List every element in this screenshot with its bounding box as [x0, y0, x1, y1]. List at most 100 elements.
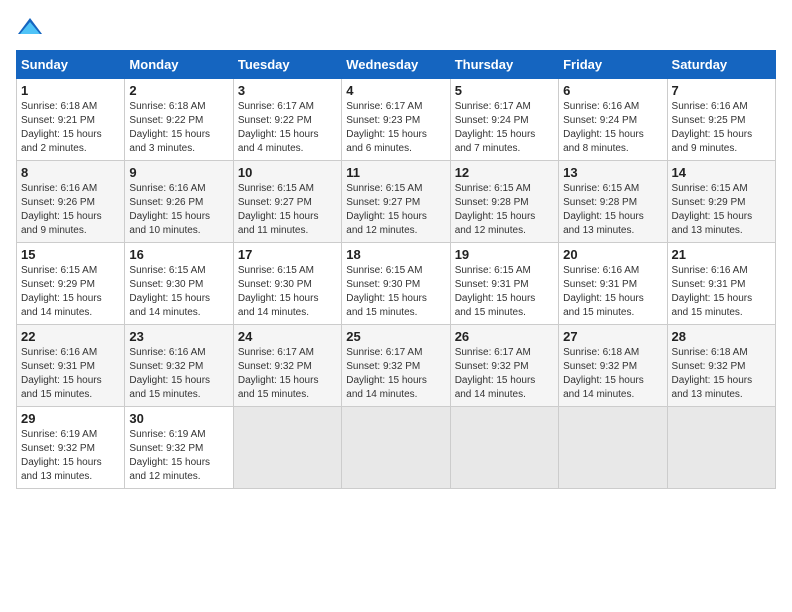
day-number: 16: [129, 247, 228, 262]
day-detail: Sunrise: 6:17 AM Sunset: 9:32 PM Dayligh…: [238, 346, 337, 402]
col-header-sunday: Sunday: [17, 51, 125, 79]
day-detail: Sunrise: 6:19 AM Sunset: 9:32 PM Dayligh…: [21, 428, 120, 484]
calendar-cell: 18 Sunrise: 6:15 AM Sunset: 9:30 PM Dayl…: [342, 243, 450, 325]
calendar-cell: 29 Sunrise: 6:19 AM Sunset: 9:32 PM Dayl…: [17, 407, 125, 489]
calendar-cell: 10 Sunrise: 6:15 AM Sunset: 9:27 PM Dayl…: [233, 161, 341, 243]
calendar-header-row: SundayMondayTuesdayWednesdayThursdayFrid…: [17, 51, 776, 79]
day-number: 21: [672, 247, 771, 262]
calendar-cell: [342, 407, 450, 489]
calendar-cell: 15 Sunrise: 6:15 AM Sunset: 9:29 PM Dayl…: [17, 243, 125, 325]
calendar-cell: [233, 407, 341, 489]
calendar-cell: 26 Sunrise: 6:17 AM Sunset: 9:32 PM Dayl…: [450, 325, 558, 407]
calendar-cell: 6 Sunrise: 6:16 AM Sunset: 9:24 PM Dayli…: [559, 79, 667, 161]
day-number: 6: [563, 83, 662, 98]
calendar-cell: 21 Sunrise: 6:16 AM Sunset: 9:31 PM Dayl…: [667, 243, 775, 325]
day-number: 14: [672, 165, 771, 180]
col-header-saturday: Saturday: [667, 51, 775, 79]
calendar-cell: 16 Sunrise: 6:15 AM Sunset: 9:30 PM Dayl…: [125, 243, 233, 325]
calendar-cell: 27 Sunrise: 6:18 AM Sunset: 9:32 PM Dayl…: [559, 325, 667, 407]
page-header: [16, 16, 776, 38]
day-detail: Sunrise: 6:16 AM Sunset: 9:31 PM Dayligh…: [21, 346, 120, 402]
day-detail: Sunrise: 6:15 AM Sunset: 9:29 PM Dayligh…: [21, 264, 120, 320]
day-number: 30: [129, 411, 228, 426]
day-detail: Sunrise: 6:15 AM Sunset: 9:30 PM Dayligh…: [129, 264, 228, 320]
day-detail: Sunrise: 6:15 AM Sunset: 9:27 PM Dayligh…: [346, 182, 445, 238]
day-detail: Sunrise: 6:16 AM Sunset: 9:31 PM Dayligh…: [563, 264, 662, 320]
calendar-cell: 8 Sunrise: 6:16 AM Sunset: 9:26 PM Dayli…: [17, 161, 125, 243]
calendar-cell: [667, 407, 775, 489]
day-number: 12: [455, 165, 554, 180]
col-header-tuesday: Tuesday: [233, 51, 341, 79]
day-detail: Sunrise: 6:17 AM Sunset: 9:32 PM Dayligh…: [455, 346, 554, 402]
day-number: 13: [563, 165, 662, 180]
day-number: 25: [346, 329, 445, 344]
day-number: 28: [672, 329, 771, 344]
day-detail: Sunrise: 6:18 AM Sunset: 9:21 PM Dayligh…: [21, 100, 120, 156]
logo: [16, 16, 48, 38]
calendar-cell: 19 Sunrise: 6:15 AM Sunset: 9:31 PM Dayl…: [450, 243, 558, 325]
day-detail: Sunrise: 6:17 AM Sunset: 9:24 PM Dayligh…: [455, 100, 554, 156]
calendar-cell: 4 Sunrise: 6:17 AM Sunset: 9:23 PM Dayli…: [342, 79, 450, 161]
day-detail: Sunrise: 6:18 AM Sunset: 9:22 PM Dayligh…: [129, 100, 228, 156]
col-header-wednesday: Wednesday: [342, 51, 450, 79]
day-number: 1: [21, 83, 120, 98]
calendar-cell: 22 Sunrise: 6:16 AM Sunset: 9:31 PM Dayl…: [17, 325, 125, 407]
calendar-cell: 11 Sunrise: 6:15 AM Sunset: 9:27 PM Dayl…: [342, 161, 450, 243]
col-header-thursday: Thursday: [450, 51, 558, 79]
day-detail: Sunrise: 6:15 AM Sunset: 9:27 PM Dayligh…: [238, 182, 337, 238]
day-number: 20: [563, 247, 662, 262]
calendar-cell: 3 Sunrise: 6:17 AM Sunset: 9:22 PM Dayli…: [233, 79, 341, 161]
day-number: 22: [21, 329, 120, 344]
calendar-cell: [450, 407, 558, 489]
day-detail: Sunrise: 6:16 AM Sunset: 9:26 PM Dayligh…: [129, 182, 228, 238]
day-detail: Sunrise: 6:15 AM Sunset: 9:28 PM Dayligh…: [563, 182, 662, 238]
calendar-cell: 5 Sunrise: 6:17 AM Sunset: 9:24 PM Dayli…: [450, 79, 558, 161]
day-number: 3: [238, 83, 337, 98]
day-number: 11: [346, 165, 445, 180]
day-number: 23: [129, 329, 228, 344]
day-detail: Sunrise: 6:19 AM Sunset: 9:32 PM Dayligh…: [129, 428, 228, 484]
day-detail: Sunrise: 6:15 AM Sunset: 9:31 PM Dayligh…: [455, 264, 554, 320]
day-number: 9: [129, 165, 228, 180]
calendar-cell: 28 Sunrise: 6:18 AM Sunset: 9:32 PM Dayl…: [667, 325, 775, 407]
calendar-cell: 17 Sunrise: 6:15 AM Sunset: 9:30 PM Dayl…: [233, 243, 341, 325]
calendar-cell: 23 Sunrise: 6:16 AM Sunset: 9:32 PM Dayl…: [125, 325, 233, 407]
day-detail: Sunrise: 6:16 AM Sunset: 9:32 PM Dayligh…: [129, 346, 228, 402]
calendar-table: SundayMondayTuesdayWednesdayThursdayFrid…: [16, 50, 776, 489]
day-detail: Sunrise: 6:16 AM Sunset: 9:24 PM Dayligh…: [563, 100, 662, 156]
day-detail: Sunrise: 6:15 AM Sunset: 9:30 PM Dayligh…: [346, 264, 445, 320]
calendar-cell: 7 Sunrise: 6:16 AM Sunset: 9:25 PM Dayli…: [667, 79, 775, 161]
calendar-cell: 1 Sunrise: 6:18 AM Sunset: 9:21 PM Dayli…: [17, 79, 125, 161]
calendar-cell: 12 Sunrise: 6:15 AM Sunset: 9:28 PM Dayl…: [450, 161, 558, 243]
day-detail: Sunrise: 6:15 AM Sunset: 9:29 PM Dayligh…: [672, 182, 771, 238]
day-number: 7: [672, 83, 771, 98]
col-header-friday: Friday: [559, 51, 667, 79]
calendar-cell: 24 Sunrise: 6:17 AM Sunset: 9:32 PM Dayl…: [233, 325, 341, 407]
col-header-monday: Monday: [125, 51, 233, 79]
day-number: 26: [455, 329, 554, 344]
calendar-week-row: 1 Sunrise: 6:18 AM Sunset: 9:21 PM Dayli…: [17, 79, 776, 161]
day-number: 15: [21, 247, 120, 262]
day-detail: Sunrise: 6:15 AM Sunset: 9:28 PM Dayligh…: [455, 182, 554, 238]
day-number: 10: [238, 165, 337, 180]
calendar-cell: 9 Sunrise: 6:16 AM Sunset: 9:26 PM Dayli…: [125, 161, 233, 243]
day-number: 5: [455, 83, 554, 98]
day-number: 29: [21, 411, 120, 426]
calendar-cell: [559, 407, 667, 489]
day-number: 8: [21, 165, 120, 180]
day-detail: Sunrise: 6:17 AM Sunset: 9:23 PM Dayligh…: [346, 100, 445, 156]
day-detail: Sunrise: 6:16 AM Sunset: 9:26 PM Dayligh…: [21, 182, 120, 238]
calendar-cell: 14 Sunrise: 6:15 AM Sunset: 9:29 PM Dayl…: [667, 161, 775, 243]
day-detail: Sunrise: 6:17 AM Sunset: 9:22 PM Dayligh…: [238, 100, 337, 156]
day-number: 27: [563, 329, 662, 344]
logo-icon: [16, 16, 44, 38]
day-number: 2: [129, 83, 228, 98]
day-detail: Sunrise: 6:16 AM Sunset: 9:31 PM Dayligh…: [672, 264, 771, 320]
day-number: 17: [238, 247, 337, 262]
calendar-cell: 25 Sunrise: 6:17 AM Sunset: 9:32 PM Dayl…: [342, 325, 450, 407]
day-number: 19: [455, 247, 554, 262]
day-detail: Sunrise: 6:18 AM Sunset: 9:32 PM Dayligh…: [672, 346, 771, 402]
day-detail: Sunrise: 6:16 AM Sunset: 9:25 PM Dayligh…: [672, 100, 771, 156]
day-detail: Sunrise: 6:17 AM Sunset: 9:32 PM Dayligh…: [346, 346, 445, 402]
calendar-week-row: 29 Sunrise: 6:19 AM Sunset: 9:32 PM Dayl…: [17, 407, 776, 489]
